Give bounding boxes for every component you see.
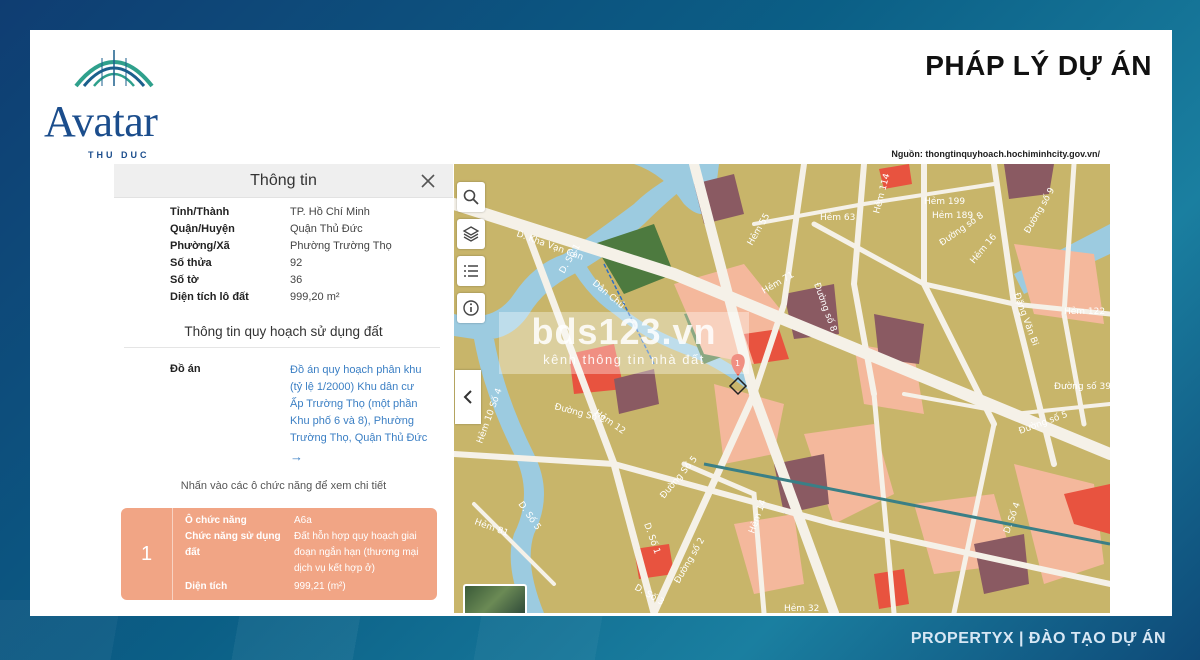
info-icon <box>463 300 479 316</box>
street-label: Hẻm 63 <box>820 212 855 223</box>
function-value: A6a <box>294 515 312 526</box>
field-label: Số tờ <box>170 274 199 286</box>
map-canvas[interactable]: Hẻm 63 Hẻm 199 Hẻm 189 Đường số 8 Đường … <box>454 164 1110 613</box>
field-value: TP. Hồ Chí Minh <box>290 206 370 218</box>
search-tool-button[interactable] <box>457 182 485 212</box>
function-index: 1 <box>121 508 173 600</box>
close-icon[interactable] <box>419 172 437 190</box>
street-label: Hẻm 122 <box>1064 306 1105 317</box>
collapse-panel-button[interactable] <box>455 370 481 424</box>
pin-label: 1 <box>735 359 740 368</box>
field-ward: Phường/Xã Phường Trường Thọ <box>170 240 440 252</box>
street-label: Hẻm 199 <box>924 196 965 207</box>
function-cell-card[interactable]: 1 Ô chức năng A6a Chức năng sử dụng đất … <box>121 508 437 600</box>
doan-label: Đồ án <box>170 363 201 375</box>
field-value: 999,20 m² <box>290 291 340 303</box>
panel-header: Thông tin <box>114 164 453 198</box>
field-sheet-number: Số tờ 36 <box>170 274 440 286</box>
bridge-arch-icon <box>74 50 154 88</box>
field-value: Quận Thủ Đức <box>290 223 363 235</box>
doan-text[interactable]: Đồ án quy hoạch phân khu (tỷ lệ 1/2000) … <box>290 364 427 444</box>
street-label: Đường số 39 <box>1054 381 1110 392</box>
field-value: 36 <box>290 274 303 286</box>
field-land-area: Diện tích lô đất 999,20 m² <box>170 291 440 303</box>
field-label: Phường/Xã <box>170 240 230 252</box>
function-label: Diện tích <box>185 581 228 592</box>
hint-text: Nhấn vào các ô chức năng để xem chi tiết <box>180 480 387 492</box>
field-district: Quận/Huyện Quận Thủ Đức <box>170 223 440 235</box>
field-label: Quận/Huyện <box>170 223 235 235</box>
panel-title: Thông tin <box>250 171 317 189</box>
source-note: Nguồn: thongtinquyhoach.hochiminhcity.go… <box>891 149 1100 159</box>
field-parcel-number: Số thửa 92 <box>170 257 440 269</box>
chevron-left-icon <box>463 390 472 404</box>
layers-icon <box>462 226 480 242</box>
function-value: 999,21 (m²) <box>294 581 346 592</box>
avatar-logo: Avatar THU DUC <box>44 44 189 160</box>
arrow-right-icon[interactable]: → <box>290 448 430 465</box>
info-tool-button[interactable] <box>457 293 485 323</box>
logo-subtext: THU DUC <box>88 150 150 160</box>
field-value: Phường Trường Thọ <box>290 240 392 252</box>
list-icon <box>464 265 478 277</box>
field-province: Tỉnh/Thành TP. Hồ Chí Minh <box>170 206 440 218</box>
logo-text: Avatar <box>44 97 158 146</box>
field-label: Tỉnh/Thành <box>170 206 230 218</box>
footer-brand: PROPERTYX | ĐÀO TẠO DỰ ÁN <box>910 630 1166 647</box>
layers-tool-button[interactable] <box>457 219 485 249</box>
search-icon <box>463 189 479 205</box>
basemap-thumbnail[interactable] <box>463 584 527 613</box>
function-label: Ô chức năng <box>185 515 247 526</box>
field-label: Diện tích lô đất <box>170 291 249 303</box>
doan-link[interactable]: Đồ án quy hoạch phân khu (tỷ lệ 1/2000) … <box>290 362 430 465</box>
info-panel: Thông tin Tỉnh/Thành TP. Hồ Chí Minh Quậ… <box>114 164 453 616</box>
street-label: Hẻm 32 <box>784 603 819 613</box>
field-value: 92 <box>290 257 303 269</box>
planning-map[interactable]: Hẻm 63 Hẻm 199 Hẻm 189 Đường số 8 Đường … <box>454 164 1110 613</box>
list-tool-button[interactable] <box>457 256 485 286</box>
slide: Avatar THU DUC PHÁP LÝ DỰ ÁN Nguồn: thon… <box>30 30 1172 616</box>
slide-title: PHÁP LÝ DỰ ÁN <box>925 50 1152 81</box>
function-value: Đất hỗn hợp quy hoạch giai đoạn ngắn hạn… <box>294 531 419 574</box>
divider <box>124 347 440 348</box>
planning-section-title: Thông tin quy hoạch sử dụng đất <box>184 324 383 339</box>
function-label: Chức năng sử dụng đất <box>185 531 281 558</box>
field-label: Số thửa <box>170 257 212 269</box>
